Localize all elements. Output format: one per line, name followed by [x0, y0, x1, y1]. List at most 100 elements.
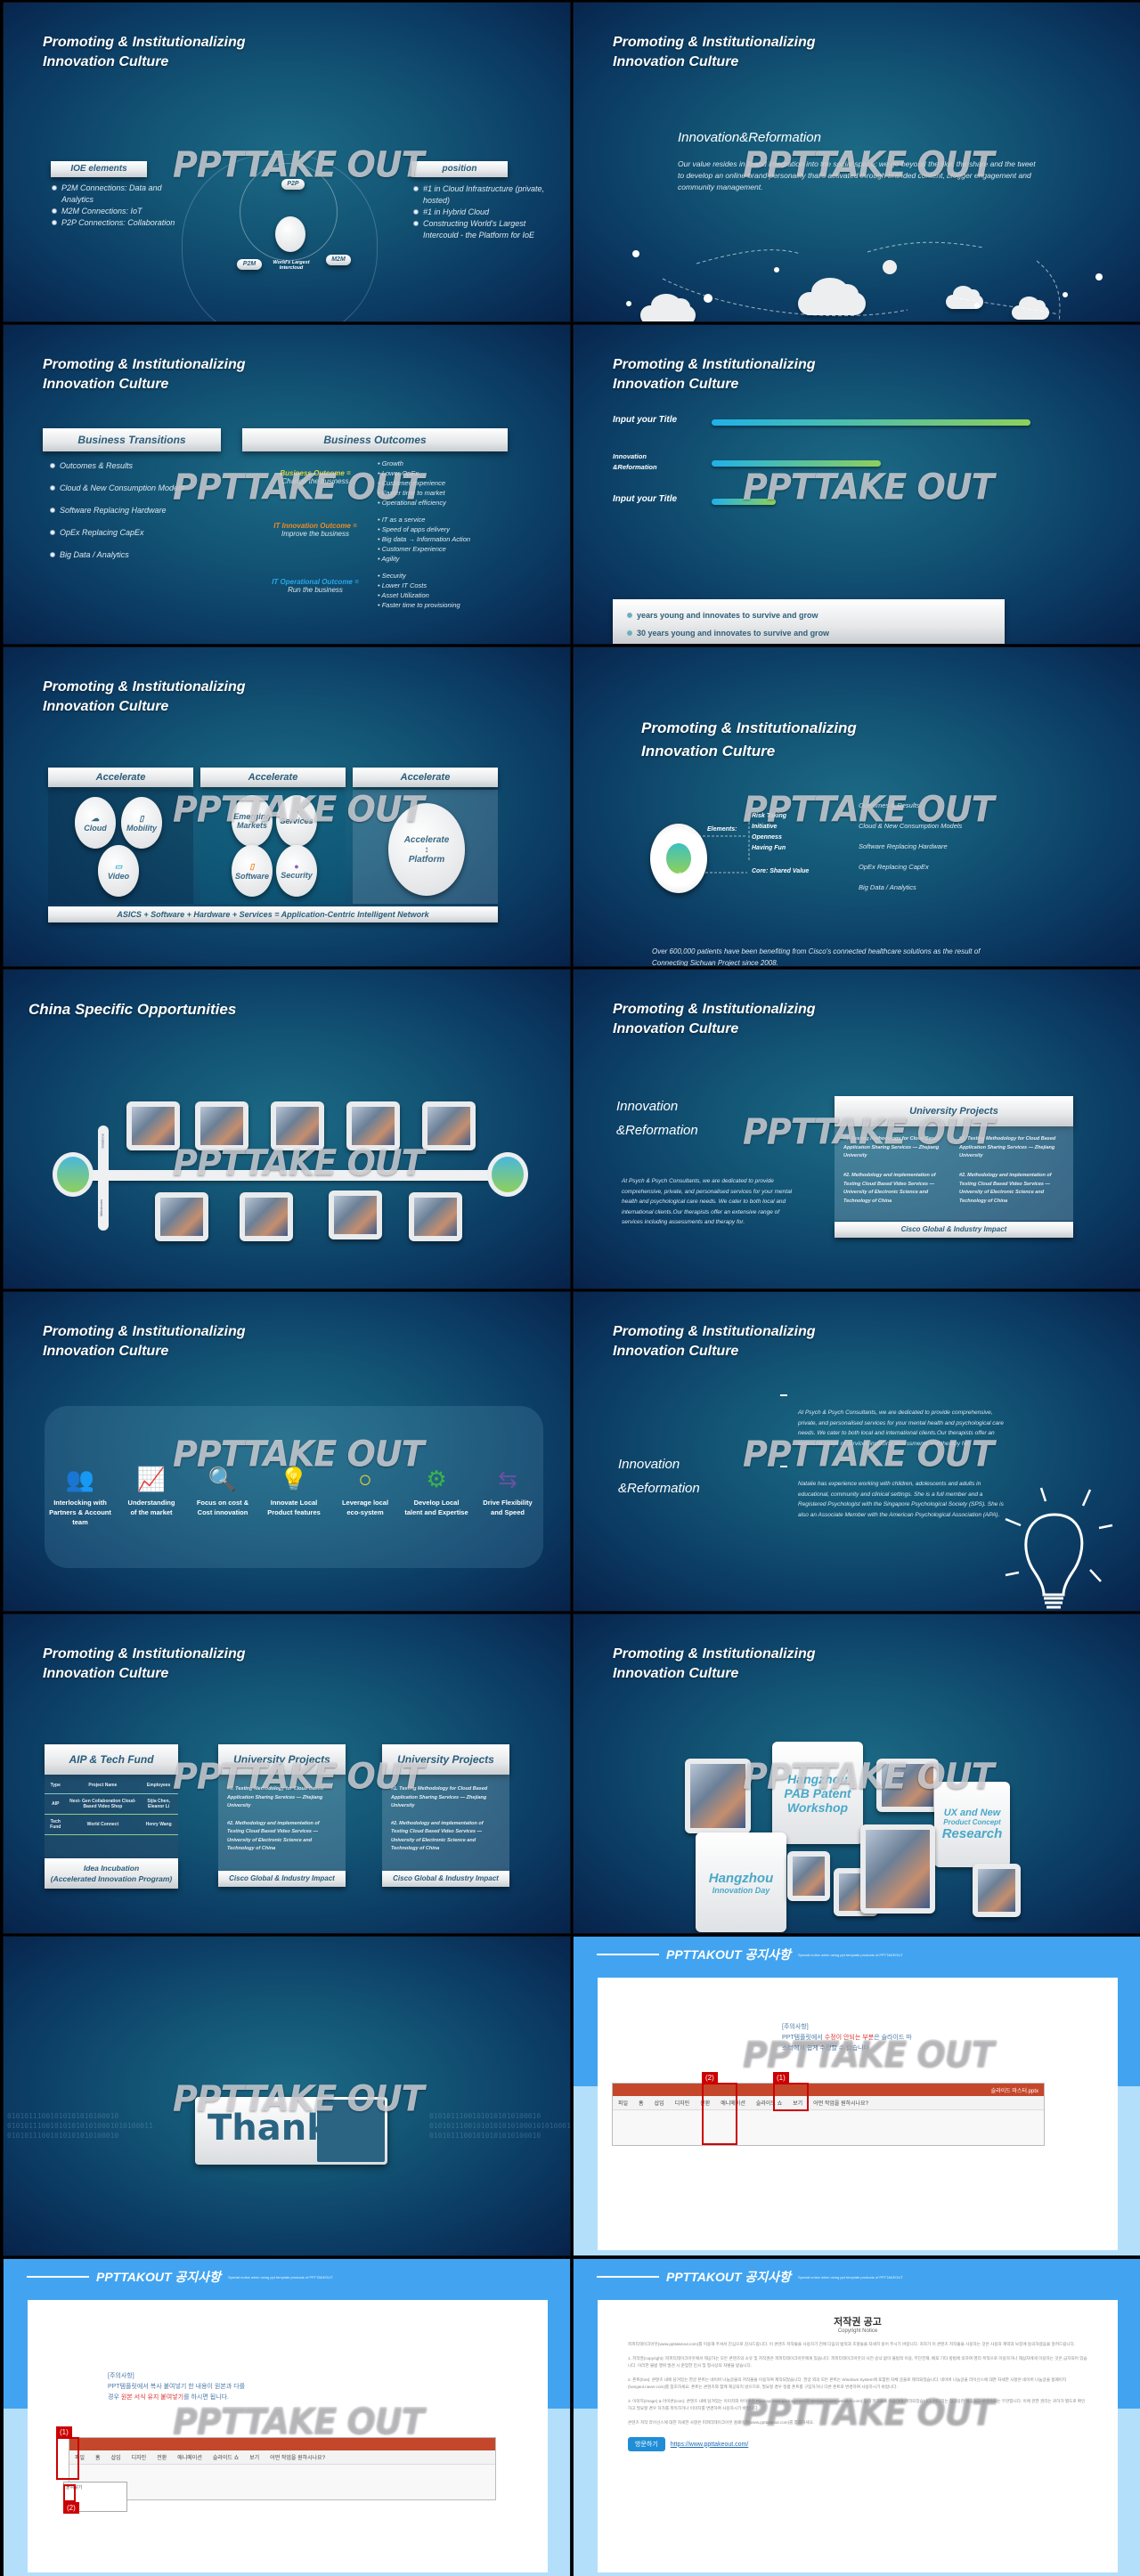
ribbon-tabs: 파일 홈 삽입 디자인 전환 애니메이션 슬라이드 쇼 보기 어떤 작업을 원하시나요? [69, 2450, 495, 2464]
bullet-icon [50, 463, 55, 468]
ioe-list: P2M Connections: Data and Analytics M2M … [52, 183, 185, 229]
timeline-photo [126, 1101, 180, 1150]
thanks-label: Thanks [208, 2108, 352, 2149]
slide-thanks[interactable]: 01010111001010101010100010 0101011100101… [3, 1936, 571, 2256]
column-header: Employees [139, 1775, 178, 1794]
text-run: 스터에서 쉽게 수정할 수 있습니다. [782, 2045, 871, 2052]
notice-copyright[interactable]: PPTTAKOUT 공지사항 Special notice when using … [573, 2258, 1140, 2576]
p2p-badge: P2P [281, 179, 305, 190]
outcomes-header: Business Outcomes [242, 428, 508, 451]
ribbon-body [69, 2464, 495, 2499]
slide-hangzhou-collage[interactable]: Promoting & Institutionalizing Innovatio… [573, 1613, 1140, 1934]
list-item: • Faster time to provisioning [378, 601, 460, 609]
tile-text: Hangzhou [787, 1771, 848, 1786]
slide-strategy-icons[interactable]: Promoting & Institutionalizing Innovatio… [3, 1291, 571, 1612]
circle-platform: Accelerate ↕ Platform [388, 803, 465, 896]
website-link[interactable]: https://www.ppttakeout.com/ [671, 2442, 749, 2448]
table-row: AIP Next- Gen Collaboration Cloud- Based … [45, 1793, 178, 1815]
lightbulb-icon [1005, 1487, 1113, 1609]
dash-marker [780, 1394, 787, 1396]
connector-lines [679, 813, 750, 874]
notice-slide-master[interactable]: PPTTAKOUT 공지사항 Special notice when using … [573, 1936, 1140, 2256]
list-item: #1 in Hybrid Cloud [423, 207, 490, 216]
card-footer: Idea Incubation (Accelerated Innovation … [45, 1858, 178, 1889]
outcome-subtitle: Run the business [288, 586, 343, 594]
circle-label: Mobility [126, 823, 157, 833]
circle-emerging-markets: Emerging Markets [232, 795, 273, 847]
position-header: position [411, 161, 508, 177]
ribbon-body [613, 2109, 1044, 2145]
slide-core-elements[interactable]: Promoting & Institutionalizing Innovatio… [573, 646, 1140, 967]
strategy-item: ⇆ Drive Flexibility and Speed [474, 1466, 542, 1527]
core-label: World's Largest Intercloud [273, 260, 310, 271]
list-item: Outcomes & Results [859, 801, 920, 809]
project-table-grid: Type Project Name Employees AIP Next- Gen Co… [45, 1775, 178, 1835]
notice-card: [주의사항] PPT템플릿에서 복사 붙여넣기 한 내용이 원본과 다를 경우 … [28, 2300, 548, 2572]
slide-title: Promoting & Institutionalizing Innovatio… [43, 679, 246, 714]
strategy-label: Interlocking with Partners & Account tea… [49, 1499, 111, 1526]
ppt-ribbon-screenshot: 슬라이드 마스터.pptx 파일 홈 삽입 디자인 전환 애니메이션 슬라이드 쇼 보기 어떤 … [612, 2083, 1045, 2146]
notice-subtitle: Special notice when using ppt template p… [797, 1952, 903, 1957]
dash-marker [780, 1466, 787, 1467]
highlight-text: 수정이 안되는 부분 [824, 2035, 875, 2041]
collage-photo [876, 1759, 939, 1812]
card-footer: Cisco Global & Industry Impact [382, 1871, 509, 1887]
slide-china-opportunities[interactable]: China Specific Opportunities Solutions M… [3, 969, 571, 1289]
paragraph-2: Natalie has experience working with chil… [798, 1481, 1004, 1518]
notice-subtitle: Special notice when using ppt template p… [797, 2274, 903, 2279]
slide-title: Promoting & Institutionalizing Innovatio… [43, 1646, 246, 1681]
accelerate-header-2: Accelerate [200, 768, 346, 787]
card-body: #1. Testing Methodology for Cloud Based … [382, 1775, 509, 1871]
bar-label: Innovation &Reformation [613, 452, 657, 471]
list-item: • Big data → Information Action [378, 535, 471, 543]
notice-text: [주의사항] PPT템플릿에서 수정이 안되는 부분은 슬라이드 마 스터에서 … [782, 2022, 912, 2054]
ppt-ribbon-screenshot: 파일 홈 삽입 디자인 전환 애니메이션 슬라이드 쇼 보기 어떤 작업을 원하시나요? [69, 2437, 496, 2500]
collage-photo [973, 1864, 1021, 1917]
visit-button[interactable]: 방문하기 [628, 2437, 665, 2451]
footer-quote: Over 600,000 patients have been benefiti… [618, 1610, 974, 1611]
slide-university-projects[interactable]: Promoting & Institutionalizing Innovatio… [573, 969, 1140, 1289]
ribbon-tab: 어떤 작업을 원하시나요? [270, 2456, 326, 2461]
strategy-item: 💡 Innovate Local Product features [260, 1466, 328, 1527]
core-label: Core: Shared Value [752, 868, 810, 874]
list-item: • Speed of apps delivery [378, 525, 451, 533]
outcome-label: Business Outcome = Change the business [253, 459, 378, 508]
card-footer: Cisco Global & Industry Impact [218, 1871, 346, 1887]
strategy-item: 👥 Interlocking with Partners & Account te… [46, 1466, 114, 1527]
list-item: #2. Methodology and implementation of Te… [843, 1173, 936, 1204]
table-cell: Sijia Chen, Eleanor Li [139, 1793, 178, 1815]
slide-ioe[interactable]: Promoting & Institutionalizing Innovatio… [3, 2, 571, 322]
rings-icon: ○ [358, 1466, 372, 1492]
copyright-paragraph: 1. 저작권(copyright): 피피티테이크아웃에서 제공하는 모든 콘텐… [628, 2355, 1087, 2369]
slide-accelerate[interactable]: Promoting & Institutionalizing Innovatio… [3, 646, 571, 967]
outcome-title: IT Operational Outcome = [272, 578, 359, 586]
ribbon-tab: 홈 [639, 2101, 644, 2107]
watermark: PPTTAKE OUT [743, 466, 995, 508]
slide-lightbulb[interactable]: Promoting & Institutionalizing Innovatio… [573, 1291, 1140, 1612]
paragraph-1: At Psych & Psych Consultants, we are ded… [798, 1410, 1004, 1447]
highlight-box-1 [773, 2083, 809, 2111]
binary-line: 01010111001010101010100010 [429, 2112, 542, 2120]
list-item: Risk Taking [752, 813, 787, 819]
header-rule [27, 2276, 89, 2278]
notice-paste-format[interactable]: PPTTAKOUT 공지사항 Special notice when using … [3, 2258, 571, 2576]
card-header: University Projects [218, 1744, 346, 1775]
copyright-paragraph: 2. 폰트(font): 콘텐츠 내에 담겨있는 한글 폰트는 네이버 나눔글꼴… [628, 2377, 1067, 2390]
slide-aip-tech-fund[interactable]: Promoting & Institutionalizing Innovatio… [3, 1613, 571, 1934]
list-item: P2P Connections: Collaboration [61, 218, 175, 227]
bullet-icon [50, 508, 55, 513]
timeline-photo [155, 1192, 208, 1241]
list-item: • Asset Utilization [378, 591, 429, 599]
list-item: Software Replacing Hardware [859, 842, 948, 850]
slide-clouds[interactable]: Promoting & Institutionalizing Innovatio… [573, 2, 1140, 322]
notice-text: [주의사항] PPT템플릿에서 복사 붙여넣기 한 내용이 원본과 다를 경우 … [108, 2371, 245, 2403]
transitions-list: Outcomes & Results Cloud & New Consumpti… [50, 460, 228, 561]
bullet-icon [52, 208, 57, 214]
text-run: 경우 [108, 2394, 121, 2401]
ribbon-tab: 보기 [249, 2456, 260, 2461]
tile-text: PAB Patent [784, 1785, 851, 1800]
slide-business-transitions[interactable]: Promoting & Institutionalizing Innovatio… [3, 324, 571, 645]
notice-title: PPTTAKOUT 공지사항 [666, 2270, 791, 2284]
slide-progress-bars[interactable]: Promoting & Institutionalizing Innovatio… [573, 324, 1140, 645]
collage-photo [787, 1851, 830, 1901]
